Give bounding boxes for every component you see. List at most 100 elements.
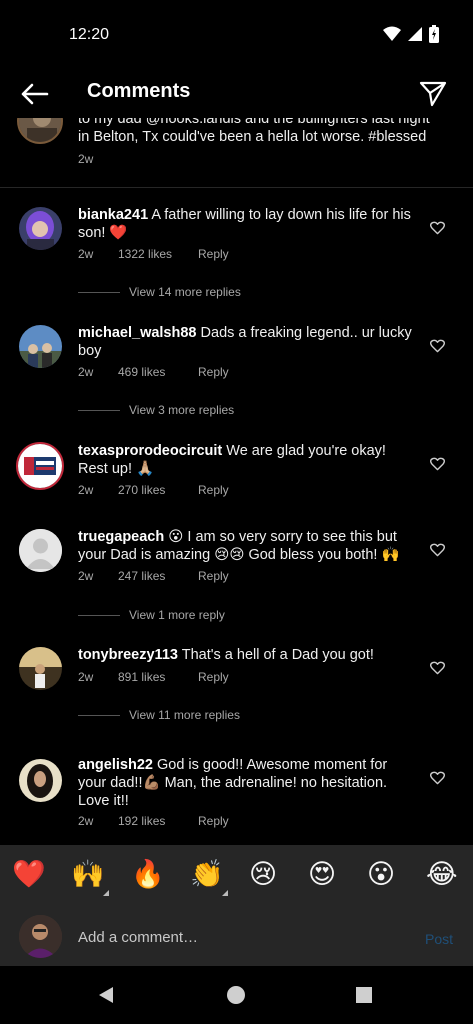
reply-button[interactable]: Reply	[198, 670, 229, 684]
nav-recents-button[interactable]	[351, 982, 377, 1008]
avatar[interactable]	[19, 647, 62, 690]
share-button[interactable]	[413, 76, 453, 112]
comment-likes[interactable]: 192 likes	[118, 814, 198, 828]
emoji-laughing-button[interactable]: 😂	[426, 859, 458, 891]
comment-time: 2w	[78, 483, 94, 497]
emoji-heart-button[interactable]: ❤️	[12, 859, 46, 891]
avatar[interactable]	[19, 529, 62, 572]
caption-text: to my dad @hooks.landis and the bullfigh…	[78, 118, 430, 145]
comment-meta: 2w 1322 likes Reply	[78, 247, 229, 261]
like-button[interactable]	[426, 335, 448, 357]
comment-likes[interactable]: 270 likes	[118, 483, 198, 497]
system-nav-bar	[0, 966, 473, 1024]
avatar[interactable]	[19, 207, 62, 250]
emoji-quick-bar: ❤️ 🙌 🔥 👏 😢 😍 😮 😂	[0, 845, 473, 909]
emoji-heart-eyes-button[interactable]: 😍	[308, 859, 336, 891]
like-button[interactable]	[426, 657, 448, 679]
paper-plane-icon	[419, 81, 447, 107]
status-bar: 12:20	[0, 0, 473, 70]
square-recents-icon	[356, 987, 372, 1003]
caption-time: 2w	[78, 152, 94, 166]
triangle-back-icon	[99, 987, 113, 1003]
comment-time: 2w	[78, 569, 94, 583]
avatar	[19, 915, 62, 958]
comment-composer: Post	[0, 909, 473, 966]
like-button[interactable]	[426, 217, 448, 239]
avatar[interactable]	[17, 118, 63, 144]
comment-body: tonybreezy113 That's a hell of a Dad you…	[78, 646, 418, 664]
comment-text: That's a hell of a Dad you got!	[181, 647, 374, 663]
divider-line	[78, 714, 120, 716]
comment-username[interactable]: michael_walsh88	[78, 325, 197, 341]
view-replies-button[interactable]: View 11 more replies	[78, 708, 240, 722]
nav-home-button[interactable]	[223, 982, 249, 1008]
like-button[interactable]	[426, 453, 448, 475]
avatar[interactable]	[16, 442, 64, 490]
battery-icon	[429, 25, 439, 43]
avatar[interactable]	[19, 759, 62, 802]
reply-button[interactable]: Reply	[198, 365, 229, 379]
reply-button[interactable]: Reply	[198, 247, 229, 261]
arrow-left-icon	[21, 83, 49, 105]
comments-list[interactable]: to my dad @hooks.landis and the bullfigh…	[0, 118, 473, 845]
divider-line	[78, 614, 120, 616]
comment-body: angelish22 God is good!! Awesome moment …	[78, 756, 418, 810]
view-replies-button[interactable]: View 1 more reply	[78, 608, 225, 622]
comment-meta: 2w 270 likes Reply	[78, 483, 229, 497]
heart-icon	[429, 661, 445, 675]
skin-tone-indicator	[103, 890, 109, 896]
like-button[interactable]	[426, 539, 448, 561]
nav-back-button[interactable]	[93, 982, 119, 1008]
view-replies-label: View 11 more replies	[129, 708, 240, 722]
comment-time: 2w	[78, 365, 94, 379]
comment-time: 2w	[78, 814, 94, 828]
heart-icon	[429, 221, 445, 235]
comment-username[interactable]: texasprorodeocircuit	[78, 443, 222, 459]
comments-header: Comments	[0, 70, 473, 118]
status-time: 12:20	[69, 26, 110, 43]
comment-username[interactable]: truegapeach	[78, 529, 164, 545]
heart-icon	[429, 457, 445, 471]
reply-button[interactable]: Reply	[198, 483, 229, 497]
view-replies-button[interactable]: View 14 more replies	[78, 285, 241, 299]
comment-body: michael_walsh88 Dads a freaking legend..…	[78, 324, 418, 360]
emoji-surprised-button[interactable]: 😮	[367, 859, 395, 891]
view-replies-label: View 14 more replies	[129, 285, 241, 299]
view-replies-label: View 1 more reply	[129, 608, 225, 622]
comment-input[interactable]	[78, 921, 398, 953]
emoji-fire-button[interactable]: 🔥	[131, 859, 165, 891]
comment-meta: 2w 469 likes Reply	[78, 365, 229, 379]
comment-username[interactable]: angelish22	[78, 757, 153, 773]
reply-button[interactable]: Reply	[198, 569, 229, 583]
post-button[interactable]: Post	[425, 931, 453, 947]
emoji-clap-button[interactable]: 👏	[190, 859, 224, 891]
signal-icon	[408, 27, 422, 41]
emoji-crying-button[interactable]: 😢	[249, 859, 277, 891]
back-button[interactable]	[14, 76, 54, 112]
status-icons	[383, 25, 439, 43]
divider-line	[78, 291, 120, 293]
emoji-raised-hands-button[interactable]: 🙌	[71, 859, 105, 891]
divider-line	[78, 409, 120, 411]
view-replies-label: View 3 more replies	[129, 403, 235, 417]
comment-username[interactable]: tonybreezy113	[78, 647, 178, 663]
comment-likes[interactable]: 1322 likes	[118, 247, 198, 261]
comment-body: truegapeach 😮 I am so very sorry to see …	[78, 528, 418, 564]
comment-time: 2w	[78, 247, 94, 261]
view-replies-button[interactable]: View 3 more replies	[78, 403, 234, 417]
like-button[interactable]	[426, 767, 448, 789]
comment-body: texasprorodeocircuit We are glad you're …	[78, 442, 418, 478]
comment-likes[interactable]: 891 likes	[118, 670, 198, 684]
heart-icon	[429, 771, 445, 785]
wifi-icon	[383, 26, 401, 41]
comment-likes[interactable]: 469 likes	[118, 365, 198, 379]
avatar[interactable]	[19, 325, 62, 368]
heart-icon	[429, 339, 445, 353]
comment-likes[interactable]: 247 likes	[118, 569, 198, 583]
comment-time: 2w	[78, 670, 94, 684]
comment-meta: 2w 891 likes Reply	[78, 670, 229, 684]
skin-tone-indicator	[222, 890, 228, 896]
reply-button[interactable]: Reply	[198, 814, 229, 828]
comment-username[interactable]: bianka241	[78, 207, 148, 223]
circle-home-icon	[227, 986, 245, 1004]
